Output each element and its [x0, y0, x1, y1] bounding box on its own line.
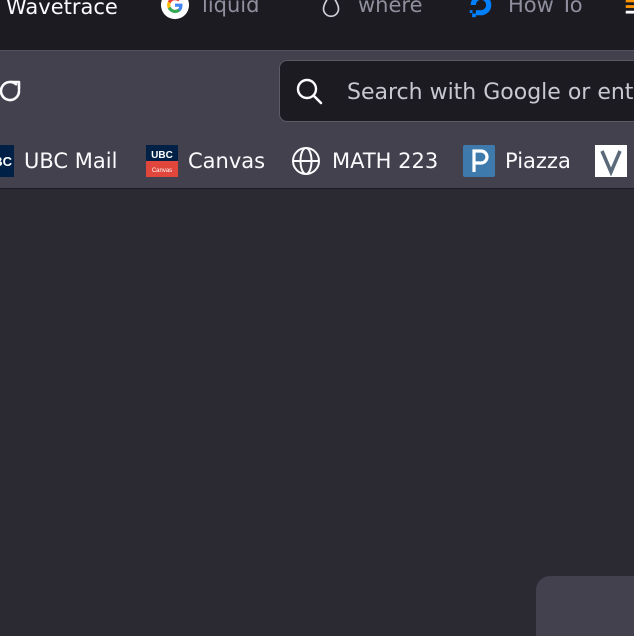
tab-liquid[interactable]: liquid [160, 0, 260, 20]
partial-favicon-icon [625, 0, 634, 14]
bookmark-math-223[interactable]: MATH 223 [290, 143, 438, 179]
navigation-toolbar [0, 50, 634, 137]
bookmark-v[interactable] [595, 143, 627, 179]
page-content [0, 189, 634, 636]
bookmark-label: Piazza [505, 149, 571, 173]
ubc-canvas-icon: UBC Canvas [146, 145, 178, 177]
v-icon [595, 145, 627, 177]
piazza-icon [463, 145, 495, 177]
bookmarks-toolbar: UBC UBC Mail UBC Canvas Canvas MATH 223 … [0, 136, 634, 189]
url-bar[interactable] [279, 60, 634, 122]
tab-where[interactable]: where [316, 0, 423, 18]
corner-panel [536, 576, 634, 636]
digitalocean-icon [469, 0, 492, 18]
ubc-icon: UBC [0, 145, 14, 177]
tab-title: where [358, 0, 423, 17]
bookmark-label: UBC Mail [24, 149, 118, 173]
drop-icon [322, 0, 340, 18]
globe-icon [292, 147, 320, 175]
tab-title: How To [508, 0, 583, 17]
svg-text:UBC: UBC [0, 154, 13, 169]
canvas-icon-text-bottom: Canvas [152, 168, 172, 174]
tab-title: Wavetrace [6, 0, 118, 19]
bookmark-canvas[interactable]: UBC Canvas Canvas [146, 143, 265, 179]
tab-how-to[interactable]: How To [466, 0, 583, 18]
tab-wavetrace[interactable]: Wavetrace [6, 0, 118, 19]
tab-strip: Wavetrace liquid where How To [0, 0, 634, 50]
search-icon [296, 78, 323, 105]
bookmark-piazza[interactable]: Piazza [463, 143, 571, 179]
bookmark-label: Canvas [188, 149, 266, 173]
search-input[interactable] [345, 73, 634, 111]
tab-partial[interactable] [622, 0, 634, 18]
bookmark-ubc-mail[interactable]: UBC UBC Mail [0, 143, 117, 179]
reload-icon[interactable] [0, 75, 26, 107]
canvas-icon-text-top: UBC [151, 150, 173, 161]
tab-title: liquid [202, 0, 260, 17]
google-icon [160, 0, 190, 20]
bookmark-label: MATH 223 [332, 149, 439, 173]
